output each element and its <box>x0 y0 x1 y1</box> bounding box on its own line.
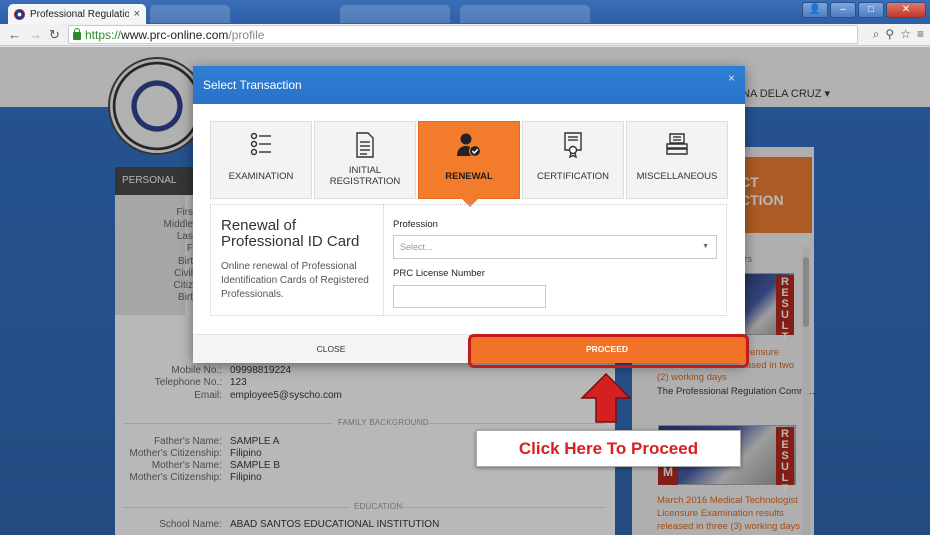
document-icon <box>315 132 415 158</box>
bookmark-star-icon[interactable]: ☆ <box>900 27 911 42</box>
certificate-icon <box>523 132 623 158</box>
address-bar[interactable]: https:// www.prc-online.com /profile <box>68 25 858 44</box>
url-scheme: https:// <box>85 27 122 42</box>
browser-tab[interactable]: Professional Regulation C × <box>8 4 146 24</box>
tile-label: EXAMINATION <box>228 170 294 182</box>
browser-tabstrip: Professional Regulation C × 👤 – □ ✕ <box>0 0 930 24</box>
tile-examination[interactable]: EXAMINATION <box>210 121 312 199</box>
list-icon <box>211 132 311 158</box>
lock-icon <box>73 27 81 40</box>
transaction-form: Profession Select... ▼ PRC License Numbe… <box>383 204 727 316</box>
zoom-icon[interactable]: ⌕ <box>873 27 880 42</box>
browser-toolbar: ← → ↻ https:// www.prc-online.com /profi… <box>0 24 930 46</box>
menu-icon[interactable]: ≡ <box>917 27 924 42</box>
modal-title: Select Transaction <box>203 78 302 92</box>
click-here-callout: Click Here To Proceed <box>476 430 741 467</box>
user-check-icon <box>419 132 519 158</box>
tile-miscellaneous[interactable]: MISCELLANEOUS <box>626 121 728 199</box>
back-icon[interactable]: ← <box>8 27 21 42</box>
tile-label: INITIAL REGISTRATION <box>329 165 401 187</box>
forward-icon[interactable]: → <box>29 27 42 42</box>
profession-select[interactable]: Select... ▼ <box>393 235 717 259</box>
url-path: /profile <box>228 27 265 42</box>
url-host: www.prc-online.com <box>121 27 229 42</box>
prc-favicon-icon <box>14 8 25 20</box>
transaction-tiles: EXAMINATION INITIAL REGISTRATION RENEWAL… <box>210 121 728 207</box>
modal-close-icon[interactable]: × <box>728 66 735 90</box>
minimize-icon[interactable]: – <box>830 2 856 18</box>
pin-icon[interactable]: ⚲ <box>885 27 894 42</box>
blurred-tab[interactable] <box>460 5 590 23</box>
red-arrow-up-icon <box>580 372 632 423</box>
tile-certification[interactable]: CERTIFICATION <box>522 121 624 199</box>
blurred-tab[interactable] <box>340 5 450 23</box>
tab-close-icon[interactable]: × <box>134 8 140 20</box>
tile-label: RENEWAL <box>445 170 493 182</box>
transaction-description-text: Online renewal of Professional Identific… <box>221 261 369 300</box>
close-button[interactable]: CLOSE <box>193 335 469 363</box>
tab-title: Professional Regulation C <box>30 8 129 20</box>
window-controls: 👤 – □ ✕ <box>802 2 926 18</box>
stack-icon <box>627 132 727 158</box>
maximize-icon[interactable]: □ <box>858 2 884 18</box>
window-close-icon[interactable]: ✕ <box>886 2 926 18</box>
modal-header: Select Transaction × <box>193 66 745 104</box>
transaction-description: Renewal of Professional ID Card Online r… <box>210 204 383 316</box>
license-label: PRC License Number <box>393 268 485 279</box>
transaction-title: Renewal of Professional ID Card <box>221 217 360 250</box>
tile-label: MISCELLANEOUS <box>636 170 718 182</box>
tile-renewal[interactable]: RENEWAL <box>418 121 520 207</box>
tile-initial-registration[interactable]: INITIAL REGISTRATION <box>314 121 416 199</box>
proceed-highlight-box <box>468 334 749 368</box>
reload-icon[interactable]: ↻ <box>49 27 60 43</box>
profession-label: Profession <box>393 219 438 230</box>
select-transaction-modal: Select Transaction × EXAMINATION INITIAL… <box>193 66 745 363</box>
license-number-input[interactable] <box>393 285 546 308</box>
tile-label: CERTIFICATION <box>537 170 609 182</box>
chevron-down-icon: ▼ <box>702 243 709 250</box>
window-user-icon[interactable]: 👤 <box>802 2 828 18</box>
toolbar-right-icons: ⌕ ⚲ ☆ ≡ <box>873 27 924 42</box>
blurred-tab[interactable] <box>150 5 230 23</box>
profession-placeholder: Select... <box>400 242 433 252</box>
